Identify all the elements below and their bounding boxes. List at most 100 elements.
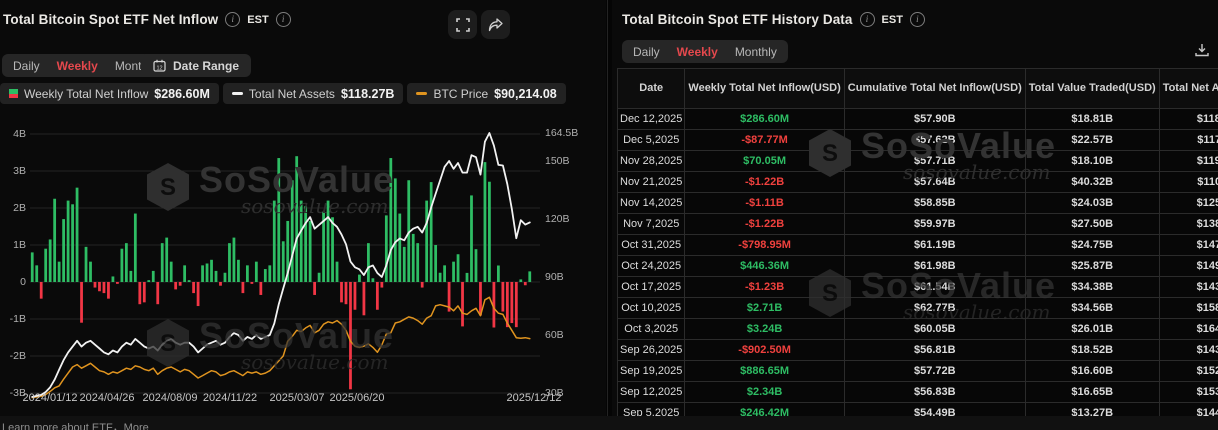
left-panel-header: Total Bitcoin Spot ETF Net Inflow i EST … (3, 12, 291, 27)
cumulative-net-inflow-cell: $62.77B (844, 298, 1025, 319)
net-inflow-bar (421, 282, 424, 288)
net-inflow-bar (89, 262, 92, 282)
weekly-net-inflow-cell: $446.36M (685, 256, 844, 277)
net-inflow-bar (125, 243, 128, 282)
info-icon[interactable]: i (276, 12, 291, 27)
legend-value: $90,214.08 (494, 87, 557, 101)
net-inflow-bar (340, 282, 343, 302)
total-net-assets-cell: $147.73B (1159, 235, 1218, 256)
info-icon[interactable]: i (225, 12, 240, 27)
total-net-assets-cell: $158.96B (1159, 298, 1218, 319)
cumulative-net-inflow-cell: $59.97B (844, 214, 1025, 235)
net-inflow-bar (242, 282, 245, 293)
right-interval-tabs: Daily Weekly Monthly (622, 40, 788, 63)
table-row: Oct 10,2025$2.71B$62.77B$34.56B$158.96B (618, 298, 1218, 319)
net-inflow-bar (179, 282, 182, 286)
svg-text:12: 12 (156, 66, 162, 72)
total-net-assets-cell: $138.08B (1159, 214, 1218, 235)
weekly-net-inflow-cell: $286.60M (685, 109, 844, 130)
tab-daily[interactable]: Daily (633, 45, 660, 59)
total-value-traded-cell: $34.38B (1025, 277, 1159, 298)
weekly-net-inflow-cell: -$1.22B (685, 172, 844, 193)
x-axis-tick: 2025/12/12 (506, 392, 561, 404)
weekly-net-inflow-cell: -$1.23B (685, 277, 844, 298)
net-inflow-bar (67, 201, 70, 282)
column-header: Total Value Traded(USD) (1025, 69, 1159, 109)
legend-item-net-assets[interactable]: Total Net Assets $118.27B (223, 83, 404, 104)
date-cell: Oct 31,2025 (618, 235, 685, 256)
tab-monthly[interactable]: Monthly (735, 45, 777, 59)
net-inflow-bar (103, 282, 106, 293)
x-axis-tick: 2024/11/22 (203, 392, 257, 404)
net-inflow-bar (403, 247, 406, 282)
left-axis-tick: 1B (0, 239, 26, 251)
right-axis-tick: 90B (545, 271, 564, 283)
net-inflow-bar (371, 278, 374, 282)
net-inflow-bar (156, 282, 159, 304)
learn-more-link[interactable]: Learn more about ETF，More (2, 419, 149, 430)
date-cell: Oct 10,2025 (618, 298, 685, 319)
info-icon[interactable]: i (860, 12, 875, 27)
net-inflow-bar (466, 273, 469, 282)
left-axis-tick: 4B (0, 128, 26, 140)
weekly-net-inflow-cell: $70.05M (685, 151, 844, 172)
total-net-assets-cell: $110.11B (1159, 172, 1218, 193)
table-row: Sep 12,2025$2.34B$56.83B$16.65B$153.18B (618, 382, 1218, 403)
info-icon[interactable]: i (910, 12, 925, 27)
table-row: Nov 7,2025-$1.22B$59.97B$27.50B$138.08B (618, 214, 1218, 235)
net-inflow-bar (349, 282, 352, 389)
total-net-assets-cell: $149.96B (1159, 256, 1218, 277)
net-inflow-bar (510, 282, 513, 323)
page-title: Total Bitcoin Spot ETF Net Inflow (3, 12, 218, 27)
cumulative-net-inflow-cell: $61.19B (844, 235, 1025, 256)
total-net-assets-cell: $153.18B (1159, 382, 1218, 403)
tab-daily[interactable]: Daily (13, 59, 40, 73)
date-cell: Sep 26,2025 (618, 340, 685, 361)
net-inflow-bar (385, 215, 388, 282)
right-axis-tick: 164.5B (545, 127, 578, 139)
bar-series-icon (9, 89, 18, 98)
net-inflow-bar (174, 282, 177, 289)
net-inflow-bar (224, 273, 227, 282)
net-inflow-bar (318, 273, 321, 282)
date-cell: Oct 24,2025 (618, 256, 685, 277)
net-inflow-bar (376, 282, 379, 310)
net-assets-line (32, 133, 530, 397)
net-inflow-bar (129, 271, 132, 282)
etf-net-inflow-chart[interactable]: 4B3B2B1B0-1B-2B-3B 164.5B150B120B90B60B3… (0, 108, 606, 408)
download-button[interactable] (1194, 42, 1210, 63)
weekly-net-inflow-cell: $886.65M (685, 361, 844, 382)
table-row: Oct 17,2025-$1.23B$61.54B$34.38B$143.93B (618, 277, 1218, 298)
total-value-traded-cell: $18.10B (1025, 151, 1159, 172)
weekly-net-inflow-cell: $2.34B (685, 382, 844, 403)
share-button[interactable] (481, 10, 510, 39)
total-net-assets-cell: $125.34B (1159, 193, 1218, 214)
tab-weekly[interactable]: Weekly (57, 59, 98, 73)
table-row: Nov 21,2025-$1.22B$57.64B$40.32B$110.11B (618, 172, 1218, 193)
legend-item-btc-price[interactable]: BTC Price $90,214.08 (407, 83, 565, 104)
net-inflow-bar (488, 182, 491, 282)
net-inflow-bar (210, 260, 213, 282)
net-inflow-bar (412, 234, 415, 282)
cumulative-net-inflow-cell: $61.98B (844, 256, 1025, 277)
net-inflow-bar (237, 260, 240, 282)
net-inflow-bar (165, 238, 168, 282)
cumulative-net-inflow-cell: $57.62B (844, 130, 1025, 151)
net-inflow-bar (116, 282, 119, 284)
table-row: Nov 28,2025$70.05M$57.71B$18.10B$119.39B (618, 151, 1218, 172)
net-inflow-bar (147, 280, 150, 282)
net-inflow-bar (367, 243, 370, 282)
history-title: Total Bitcoin Spot ETF History Data (622, 12, 853, 27)
net-inflow-bar (282, 241, 285, 282)
timezone-label: EST (882, 14, 903, 26)
tab-weekly[interactable]: Weekly (677, 45, 718, 59)
net-inflow-bar (313, 282, 316, 295)
panel-divider (607, 0, 608, 416)
fullscreen-button[interactable] (448, 10, 477, 39)
legend-item-net-inflow[interactable]: Weekly Total Net Inflow $286.60M (0, 83, 219, 104)
net-inflow-bar (443, 265, 446, 282)
left-axis-tick: 3B (0, 165, 26, 177)
net-inflow-bar (327, 201, 330, 282)
date-range-button[interactable]: 12 Date Range (141, 54, 251, 77)
weekly-net-inflow-cell: $3.24B (685, 319, 844, 340)
